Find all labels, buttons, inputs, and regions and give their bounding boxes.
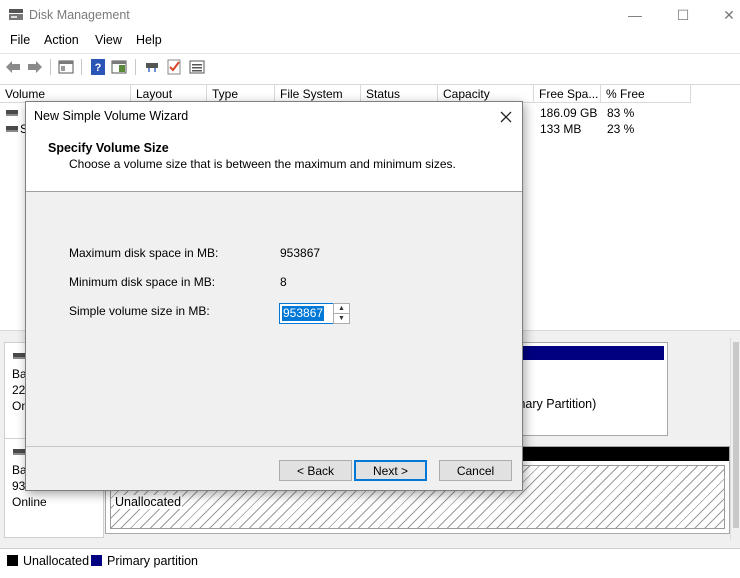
title-bar: Disk Management — ☐ ✕ xyxy=(0,0,740,30)
free-space-value: 186.09 GB xyxy=(540,106,598,120)
volume-icon xyxy=(6,126,18,132)
scrollbar-thumb[interactable] xyxy=(733,342,739,528)
primary-partition-swatch xyxy=(91,555,102,566)
legend-unallocated: Unallocated xyxy=(23,554,90,568)
help-icon[interactable]: ? xyxy=(89,58,107,76)
show-hide-pane-icon[interactable] xyxy=(110,58,128,76)
legend-primary-partition: Primary partition xyxy=(107,554,198,568)
maximize-button[interactable]: ☐ xyxy=(660,0,706,30)
wizard-title: New Simple Volume Wizard xyxy=(34,109,189,123)
wizard-close-button[interactable] xyxy=(494,106,518,128)
column-header-free-space[interactable]: Free Spa... xyxy=(534,85,601,103)
wizard-subheading: Choose a volume size that is between the… xyxy=(69,157,456,171)
unallocated-label: Unallocated xyxy=(114,495,183,509)
primary-partition-block[interactable]: mary Partition) xyxy=(510,342,668,436)
primary-partition-bar xyxy=(511,343,667,360)
volume-size-value: 953867 xyxy=(282,306,325,321)
toolbar-separator xyxy=(135,59,136,75)
console-tree-icon[interactable] xyxy=(57,58,75,76)
volume-size-input[interactable]: 953867 xyxy=(279,303,334,324)
percent-free-value: 23 % xyxy=(607,122,635,136)
close-button[interactable]: ✕ xyxy=(706,0,740,30)
free-space-value: 133 MB xyxy=(540,122,582,136)
svg-text:?: ? xyxy=(95,62,102,74)
menu-action[interactable]: Action xyxy=(44,33,79,47)
window-title: Disk Management xyxy=(29,8,130,22)
menu-view[interactable]: View xyxy=(95,33,122,47)
percent-free-value: 83 % xyxy=(607,106,635,120)
menu-bar: File Action View Help xyxy=(0,30,740,52)
toolbar-separator xyxy=(81,59,82,75)
chevron-down-icon[interactable]: ▼ xyxy=(334,314,349,324)
forward-arrow-icon[interactable] xyxy=(26,58,44,76)
cancel-button[interactable]: Cancel xyxy=(439,460,512,481)
close-icon xyxy=(500,111,512,123)
min-disk-space-value: 8 xyxy=(280,275,287,289)
wizard-heading: Specify Volume Size xyxy=(48,141,169,155)
new-simple-volume-wizard: New Simple Volume Wizard Specify Volume … xyxy=(25,101,523,491)
disk-management-icon xyxy=(9,9,23,20)
vertical-scrollbar[interactable] xyxy=(730,338,740,540)
back-button[interactable]: < Back xyxy=(279,460,352,481)
wizard-title-bar: New Simple Volume Wizard xyxy=(26,102,522,130)
wizard-footer-separator xyxy=(26,446,522,447)
legend: Unallocated Primary partition xyxy=(0,548,740,572)
max-disk-space-label: Maximum disk space in MB: xyxy=(69,246,219,260)
volume-size-label: Simple volume size in MB: xyxy=(69,304,210,318)
unallocated-swatch xyxy=(7,555,18,566)
max-disk-space-value: 953867 xyxy=(280,246,321,260)
minimize-button[interactable]: — xyxy=(612,0,658,30)
disk-icon xyxy=(13,449,25,455)
chevron-up-icon[interactable]: ▲ xyxy=(334,304,349,314)
back-arrow-icon[interactable] xyxy=(4,58,22,76)
wizard-header: Specify Volume Size Choose a volume size… xyxy=(26,130,522,192)
menu-help[interactable]: Help xyxy=(136,33,162,47)
properties-check-icon[interactable] xyxy=(165,58,183,76)
toolbar-separator xyxy=(50,59,51,75)
partition-type-text: mary Partition) xyxy=(515,397,597,411)
column-header-percent-free[interactable]: % Free xyxy=(601,85,691,103)
min-disk-space-label: Minimum disk space in MB: xyxy=(69,275,216,289)
disk-status: Online xyxy=(12,495,47,509)
list-view-icon[interactable] xyxy=(188,58,206,76)
disk-icon xyxy=(13,353,25,359)
volume-icon xyxy=(6,110,18,116)
toolbar: ? xyxy=(0,53,740,80)
volume-size-stepper: ▲ ▼ xyxy=(333,303,350,324)
menu-file[interactable]: File xyxy=(10,33,30,47)
next-button[interactable]: Next > xyxy=(354,460,427,481)
connect-drive-icon[interactable] xyxy=(143,58,161,76)
